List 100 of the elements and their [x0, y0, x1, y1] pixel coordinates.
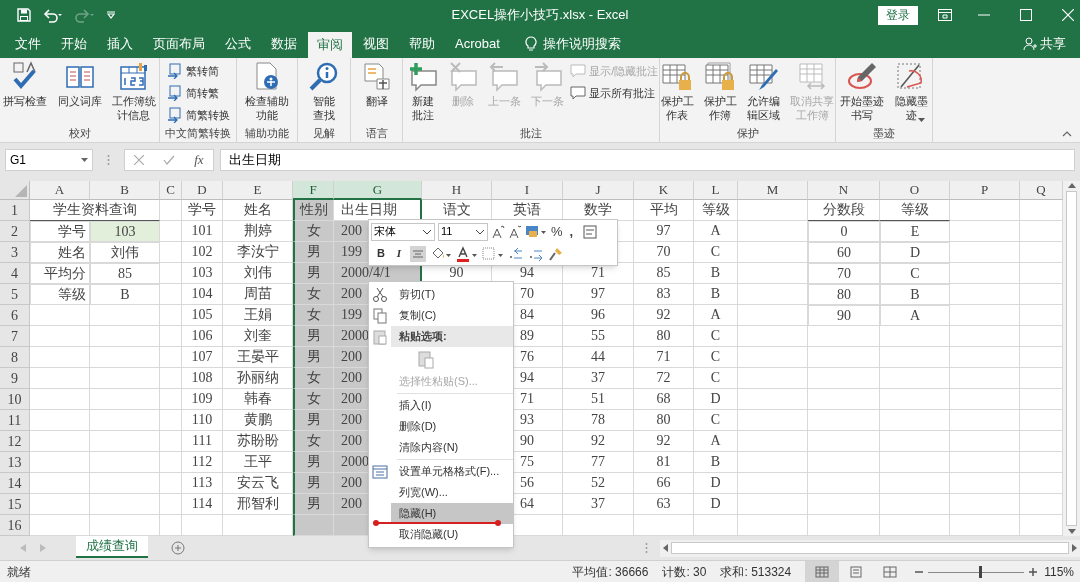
- row-number[interactable]: 4: [0, 263, 30, 284]
- share-button[interactable]: 共享: [1023, 30, 1080, 58]
- ribbon-tab[interactable]: 审阅: [308, 32, 352, 58]
- row-number[interactable]: 7: [0, 326, 30, 347]
- ribbon-tab[interactable]: 数据: [262, 30, 306, 58]
- table-cell: 孙丽纳: [223, 368, 293, 389]
- average-value: 平均值: 36666: [572, 563, 649, 581]
- row-number[interactable]: 15: [0, 494, 30, 515]
- table-cell: 60: [808, 242, 880, 263]
- ribbon-button[interactable]: 拼写检查: [0, 61, 52, 108]
- ribbon-button[interactable]: 简转繁: [166, 83, 230, 103]
- table-cell: 85: [90, 263, 160, 284]
- ribbon-button[interactable]: 开始墨迹书写: [836, 61, 889, 122]
- table-cell: 刘奎: [223, 326, 293, 347]
- column-header[interactable]: F: [293, 181, 334, 200]
- ribbon-button[interactable]: 简繁转换: [166, 105, 230, 125]
- ribbon-tab[interactable]: 公式: [216, 30, 260, 58]
- insert-function-button[interactable]: fx: [194, 149, 204, 170]
- ribbon-tab[interactable]: 帮助: [400, 30, 444, 58]
- group-label: 语言: [364, 126, 389, 141]
- column-header[interactable]: E: [223, 181, 293, 200]
- row-number[interactable]: 6: [0, 305, 30, 326]
- tell-me-search[interactable]: 操作说明搜索: [542, 34, 621, 54]
- table-cell: 王平: [223, 452, 293, 473]
- sheet-tab[interactable]: 成绩查询: [76, 536, 148, 558]
- ribbon-button[interactable]: 繁转简: [166, 61, 230, 81]
- column-header[interactable]: D: [182, 181, 223, 200]
- table-cell: 出生日期: [334, 200, 422, 221]
- ribbon-button[interactable]: 保护工作簿: [699, 61, 741, 122]
- table-cell: 学号: [30, 221, 90, 242]
- ribbon-button[interactable]: 翻译: [357, 61, 396, 108]
- column-header[interactable]: L: [694, 181, 738, 200]
- row-number[interactable]: 9: [0, 368, 30, 389]
- row-number[interactable]: 10: [0, 389, 30, 410]
- table-cell: 101: [182, 221, 223, 242]
- row-number[interactable]: 14: [0, 473, 30, 494]
- bold-button[interactable]: B: [374, 245, 388, 262]
- row-number[interactable]: 2: [0, 221, 30, 242]
- column-header[interactable]: M: [738, 181, 808, 200]
- name-box[interactable]: G1: [5, 148, 93, 171]
- percent-button[interactable]: %: [550, 221, 564, 242]
- table-cell: 70: [634, 242, 694, 263]
- ribbon-button[interactable]: 隐藏墨迹: [890, 61, 932, 122]
- status-text: 就绪: [7, 563, 31, 581]
- table-cell: 分数段: [808, 200, 880, 221]
- column-header[interactable]: C: [160, 181, 182, 200]
- zoom-level[interactable]: 115%: [1044, 562, 1074, 581]
- column-header[interactable]: K: [634, 181, 694, 200]
- column-header[interactable]: B: [90, 181, 160, 200]
- ribbon-tab[interactable]: 开始: [52, 30, 96, 58]
- ribbon-button[interactable]: 新建批注: [403, 61, 442, 122]
- ribbon-button[interactable]: 检查辅助功能: [240, 61, 294, 122]
- font-name-field[interactable]: 宋体: [371, 222, 435, 241]
- ribbon-button[interactable]: 同义词库: [53, 61, 106, 108]
- row-number[interactable]: 3: [0, 242, 30, 263]
- column-header[interactable]: A: [30, 181, 90, 200]
- ribbon-button[interactable]: 工作簿统计信息: [107, 61, 160, 122]
- table-cell: B: [694, 452, 738, 473]
- table-cell: 男: [293, 347, 334, 368]
- row-number[interactable]: 16: [0, 515, 30, 536]
- ribbon-tab[interactable]: 插入: [98, 30, 142, 58]
- row-number[interactable]: 5: [0, 284, 30, 305]
- table-cell: 78: [563, 410, 634, 431]
- font-size-field[interactable]: 11: [438, 222, 488, 241]
- ribbon-button[interactable]: 保护工作表: [656, 61, 698, 122]
- column-header[interactable]: H: [422, 181, 492, 200]
- italic-button[interactable]: I: [392, 245, 406, 262]
- table-cell: 刘伟: [223, 263, 293, 284]
- row-number[interactable]: 1: [0, 200, 30, 221]
- table-cell: C: [694, 368, 738, 389]
- row-number[interactable]: 13: [0, 452, 30, 473]
- ribbon-tab[interactable]: 文件: [6, 30, 50, 58]
- column-header[interactable]: N: [808, 181, 880, 200]
- table-cell: 苏盼盼: [223, 431, 293, 452]
- column-header[interactable]: O: [880, 181, 950, 200]
- column-header[interactable]: P: [950, 181, 1020, 200]
- table-cell: 等级: [30, 284, 90, 305]
- row-number[interactable]: 8: [0, 347, 30, 368]
- column-header[interactable]: Q: [1020, 181, 1063, 200]
- column-header[interactable]: G: [334, 181, 422, 200]
- sign-in-button[interactable]: 登录: [878, 5, 918, 25]
- menu-item[interactable]: 取消隐藏(U): [391, 524, 513, 545]
- ribbon-button[interactable]: 智能查找: [305, 61, 343, 122]
- table-cell: C: [694, 326, 738, 347]
- row-number[interactable]: 12: [0, 431, 30, 452]
- ribbon-tab[interactable]: 视图: [354, 30, 398, 58]
- table-cell: 女: [293, 284, 334, 305]
- ribbon-button[interactable]: 允许编辑区域: [743, 61, 785, 122]
- ribbon-tab[interactable]: 页面布局: [144, 30, 214, 58]
- formula-field[interactable]: 出生日期: [220, 148, 1075, 171]
- table-cell: 108: [182, 368, 223, 389]
- ribbon-tab[interactable]: Acrobat: [446, 30, 509, 58]
- menu-item[interactable]: 隐藏(H): [391, 503, 513, 524]
- table-cell: 90: [808, 305, 880, 326]
- column-header[interactable]: J: [563, 181, 634, 200]
- comma-button[interactable]: ,: [566, 221, 577, 242]
- ribbon-button[interactable]: 显示所有批注: [570, 83, 659, 103]
- column-header[interactable]: I: [492, 181, 563, 200]
- row-number[interactable]: 11: [0, 410, 30, 431]
- group-label: 辅助功能: [244, 126, 290, 141]
